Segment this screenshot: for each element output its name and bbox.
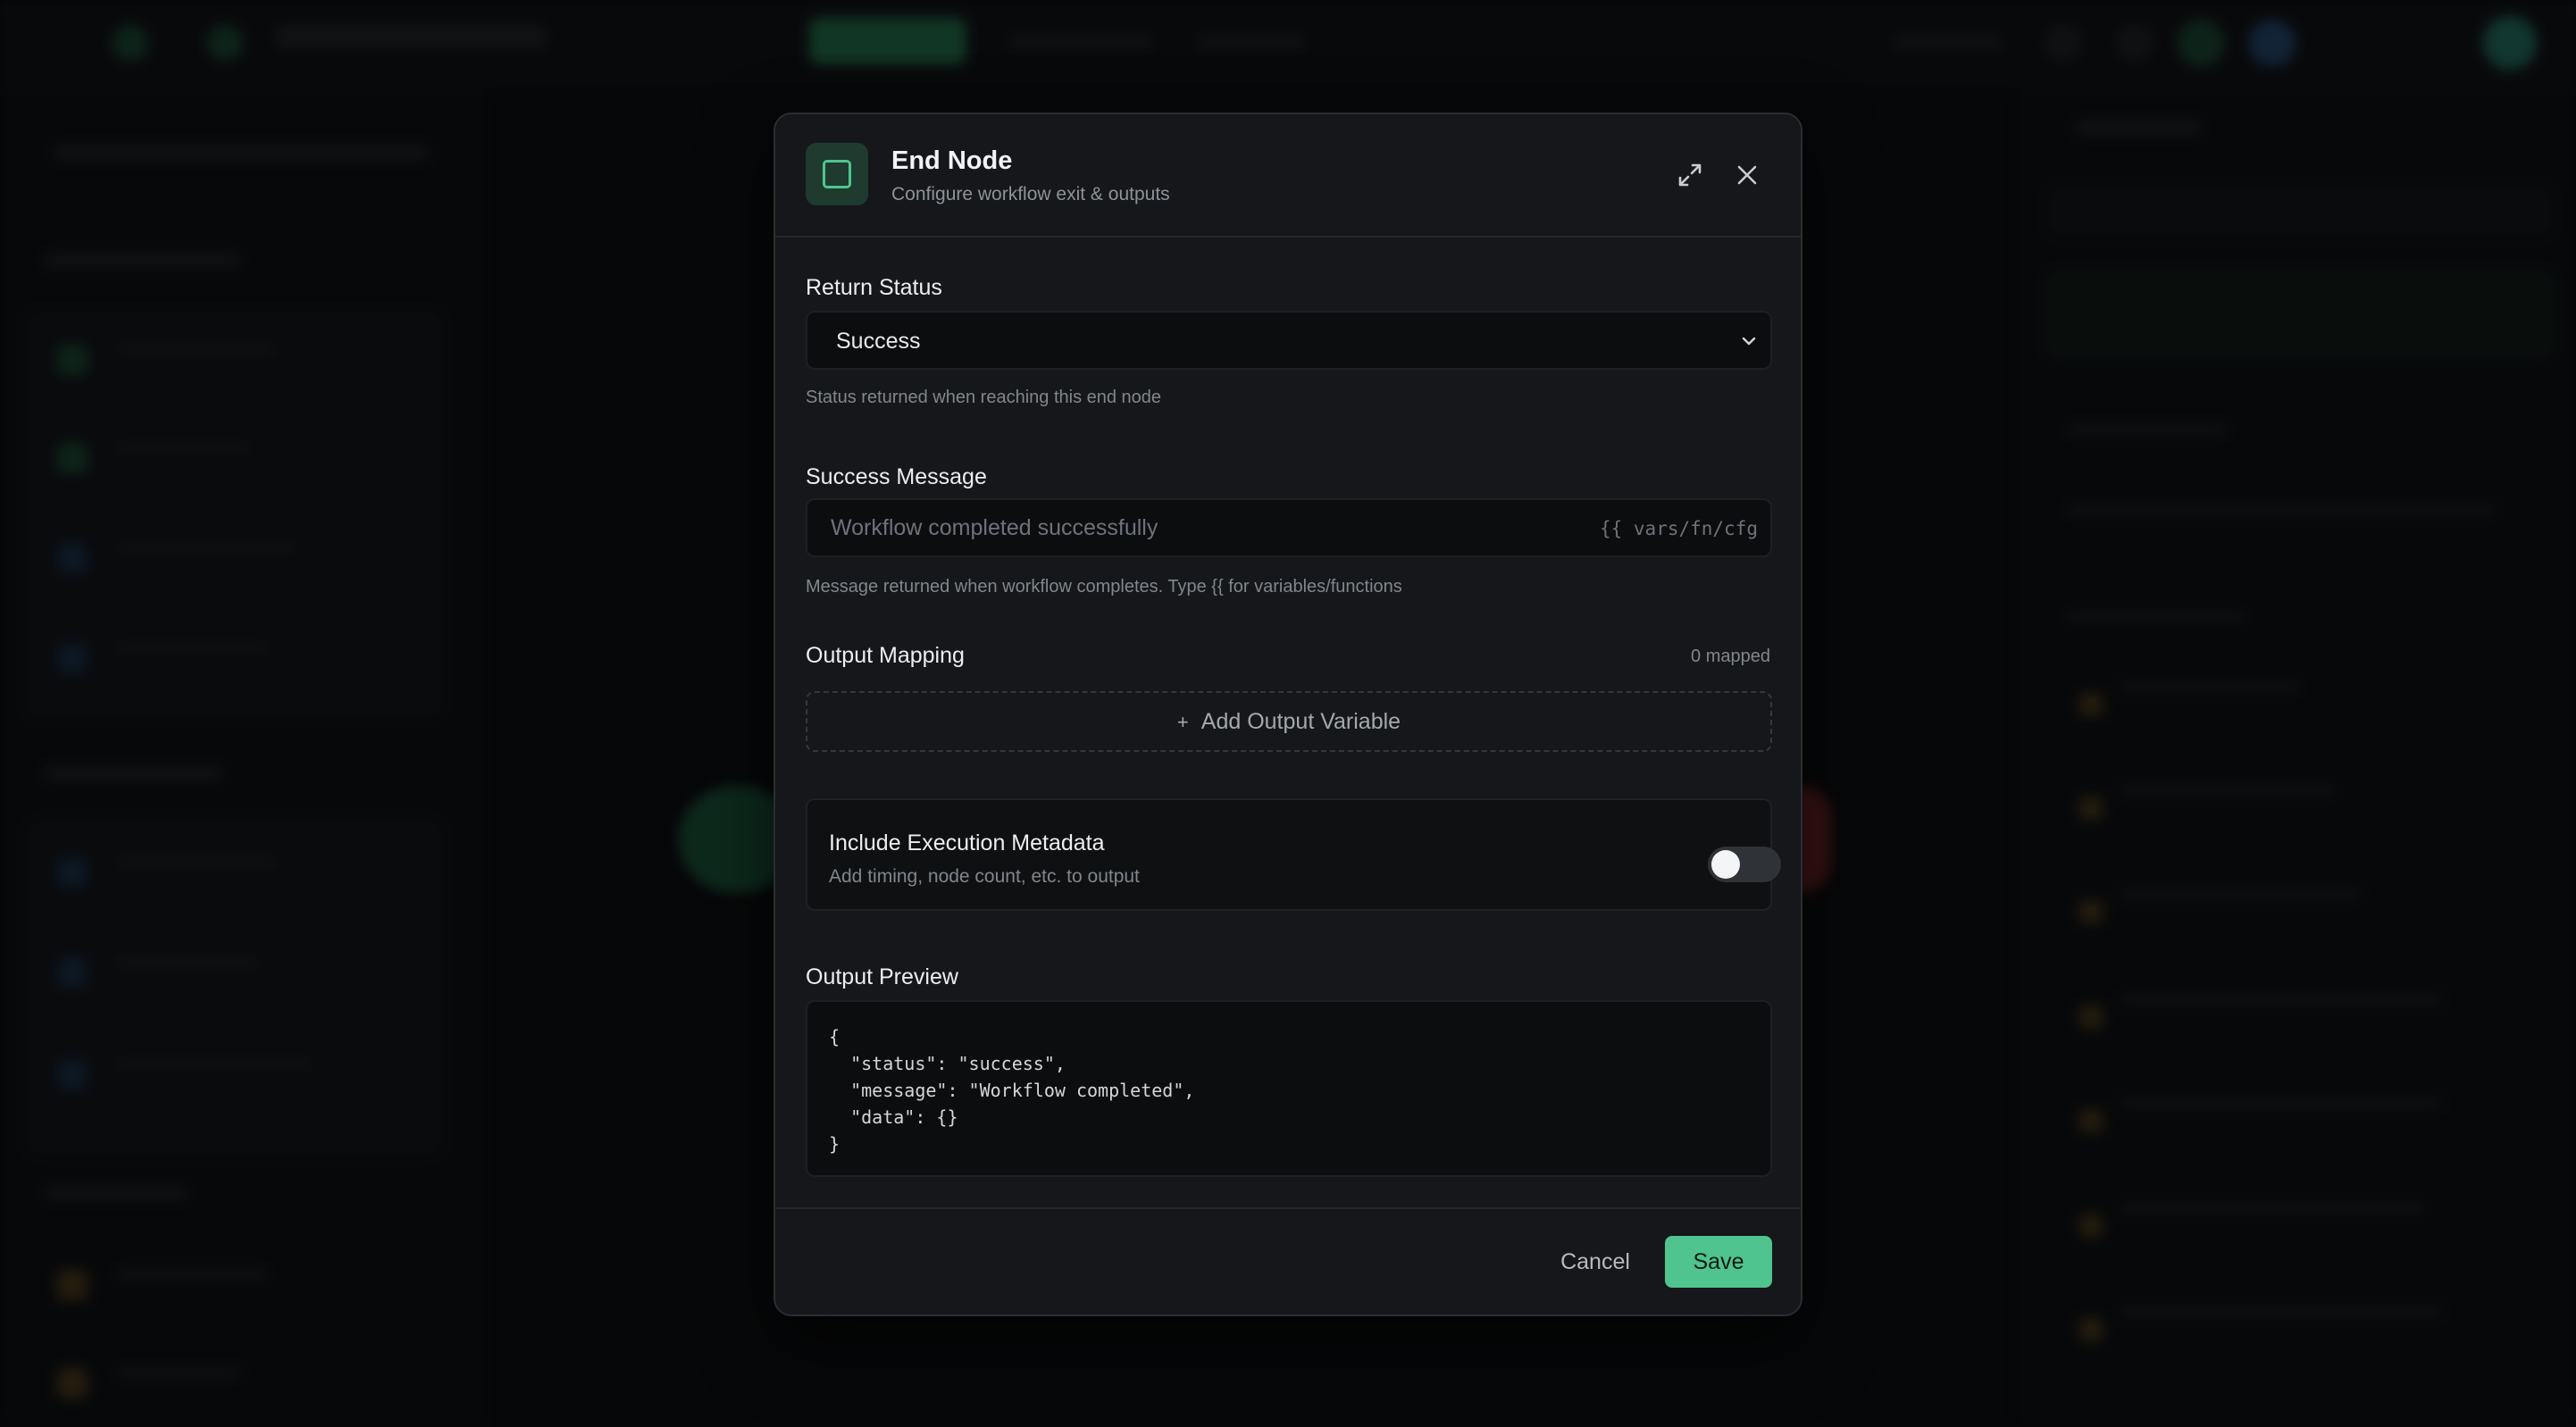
code-line: "message": "Workflow completed", bbox=[829, 1080, 1195, 1101]
cancel-button[interactable]: Cancel bbox=[1540, 1236, 1651, 1288]
toggle-knob bbox=[1711, 850, 1740, 879]
add-output-variable-button[interactable]: + Add Output Variable bbox=[806, 691, 1772, 752]
code-line: } bbox=[829, 1133, 841, 1155]
execution-metadata-subtitle: Add timing, node count, etc. to output bbox=[829, 866, 1140, 887]
variables-hint: {{ vars/fn/cfg bbox=[1599, 518, 1758, 539]
execution-metadata-toggle[interactable] bbox=[1708, 847, 1781, 882]
save-button[interactable]: Save bbox=[1665, 1236, 1772, 1288]
execution-metadata-card: Include Execution Metadata Add timing, n… bbox=[806, 798, 1781, 911]
dialog-title: End Node bbox=[891, 146, 1013, 175]
dialog-footer: Cancel Save bbox=[775, 1207, 1801, 1316]
return-status-label: Return Status bbox=[806, 275, 942, 300]
success-message-input[interactable] bbox=[807, 500, 1593, 555]
square-icon bbox=[823, 160, 851, 188]
plus-icon: + bbox=[1176, 711, 1189, 733]
output-mapping-label: Output Mapping bbox=[806, 643, 965, 668]
success-message-helper: Message returned when workflow completes… bbox=[806, 577, 1402, 597]
mapped-count: 0 mapped bbox=[1691, 647, 1770, 666]
dialog-subtitle: Configure workflow exit & outputs bbox=[891, 184, 1170, 204]
success-message-field: {{ vars/fn/cfg bbox=[806, 498, 1772, 557]
code-line: "status": "success", bbox=[829, 1053, 1066, 1074]
end-node-dialog: End Node Configure workflow exit & outpu… bbox=[774, 113, 1802, 1316]
add-output-variable-label: Add Output Variable bbox=[1200, 709, 1401, 734]
success-message-label: Success Message bbox=[806, 464, 987, 489]
output-preview-code: { "status": "success", "message": "Workf… bbox=[806, 1000, 1772, 1177]
return-status-select[interactable]: Success bbox=[806, 311, 1772, 370]
end-node-icon bbox=[806, 143, 868, 205]
code-line: "data": {} bbox=[829, 1106, 958, 1128]
close-icon bbox=[1737, 165, 1757, 185]
code-line: { bbox=[829, 1026, 841, 1047]
expand-button[interactable] bbox=[1672, 157, 1708, 193]
return-status-helper: Status returned when reaching this end n… bbox=[806, 388, 1162, 407]
return-status-value: Success bbox=[836, 329, 921, 354]
expand-icon bbox=[1678, 163, 1702, 187]
output-preview-label: Output Preview bbox=[806, 964, 958, 989]
close-button[interactable] bbox=[1729, 157, 1765, 193]
chevron-down-icon bbox=[1742, 337, 1756, 346]
dialog-header: End Node Configure workflow exit & outpu… bbox=[775, 114, 1801, 238]
execution-metadata-title: Include Execution Metadata bbox=[829, 830, 1105, 855]
